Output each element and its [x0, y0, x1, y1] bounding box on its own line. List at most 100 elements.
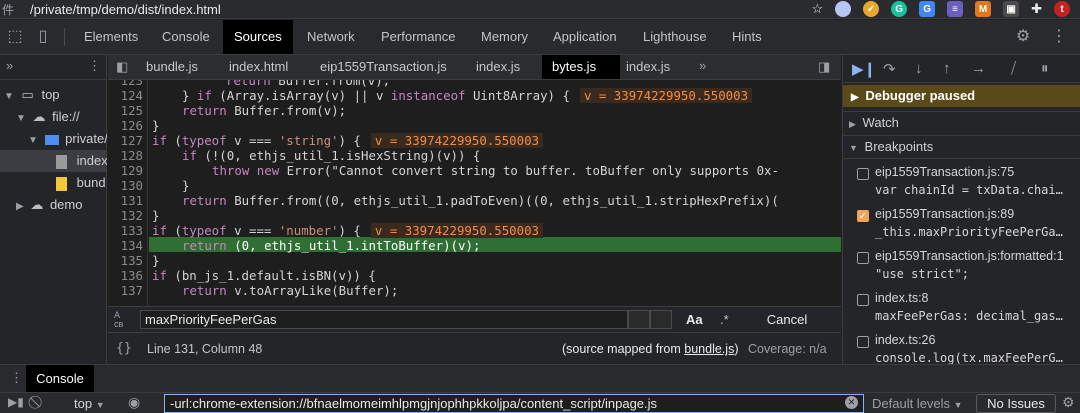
line-number[interactable]: 132 — [121, 208, 143, 223]
cancel-button[interactable]: Cancel — [737, 310, 837, 330]
breakpoint-item[interactable]: ✓ eip1559Transaction.js:89 _this.maxPrio… — [843, 203, 1080, 245]
search-input[interactable]: maxPriorityFeePerGas — [140, 310, 628, 329]
breakpoints-section[interactable]: ▼ Breakpoints — [843, 135, 1080, 157]
file-tab-active[interactable]: bytes.js ✕ — [542, 55, 620, 98]
line-number[interactable]: 124 — [121, 88, 143, 103]
breakpoint-item[interactable]: eip1559Transaction.js:75 var chainId = t… — [843, 161, 1080, 203]
tree-item-bundle[interactable]: bund — [0, 172, 107, 194]
line-number[interactable]: 125 — [121, 103, 143, 118]
step-icon[interactable]: → — [971, 60, 986, 77]
line-number[interactable]: 133 — [121, 223, 143, 238]
replace-toggle-icon[interactable]: Aᴄʙ — [114, 311, 123, 329]
more-menu-icon[interactable]: ⋮ — [88, 58, 101, 74]
line-number[interactable]: 126 — [121, 118, 143, 133]
line-number[interactable]: 127 — [121, 133, 143, 148]
more-menu-icon[interactable]: ⋮ — [10, 370, 23, 386]
file-tab[interactable]: eip1559Transaction.js — [320, 55, 447, 79]
tab-memory[interactable]: Memory — [470, 20, 539, 54]
extension-icon[interactable]: ≡ — [947, 1, 964, 17]
file-tab[interactable]: index.html — [229, 55, 288, 79]
tab-elements[interactable]: Elements — [73, 20, 149, 54]
tree-label: demo — [49, 197, 83, 212]
sidebar-toggle-icon[interactable]: ▶▮ — [8, 395, 24, 409]
clipboard-icon[interactable]: ▣ — [1003, 1, 1020, 17]
check-extension-icon[interactable]: ✓ — [863, 1, 880, 17]
breakpoint-checkbox[interactable] — [857, 336, 869, 348]
step-into-icon[interactable]: ↓ — [915, 60, 923, 77]
pretty-print-icon[interactable]: {} — [116, 341, 132, 356]
tab-network[interactable]: Network — [296, 20, 366, 54]
caret-down-icon: ▼ — [4, 91, 14, 102]
breakpoint-checkbox[interactable] — [857, 252, 869, 264]
avatar[interactable]: t — [1054, 1, 1070, 17]
issues-button[interactable]: No Issues — [976, 394, 1056, 413]
tab-console[interactable]: Console — [151, 20, 221, 54]
inline-variable-value: v = 33974229950.550003 — [370, 133, 544, 148]
console-settings-gear-icon[interactable]: ⚙ — [1062, 394, 1075, 411]
inspect-element-icon[interactable]: ⬚ — [6, 28, 24, 46]
clear-filter-icon[interactable]: ✕ — [845, 396, 858, 409]
breakpoint-item[interactable]: eip1559Transaction.js:formatted:1 "use s… — [843, 245, 1080, 287]
context-selector[interactable]: top ▼ — [74, 396, 105, 411]
breakpoint-checkbox-checked[interactable]: ✓ — [857, 210, 869, 222]
device-toolbar-icon[interactable]: ▯ — [34, 28, 52, 46]
file-tab[interactable]: index.js — [626, 55, 670, 79]
line-number[interactable]: 128 — [121, 148, 143, 163]
line-number[interactable]: 137 — [121, 283, 143, 298]
more-menu-icon[interactable]: ⋮ — [1050, 28, 1068, 46]
pause-on-exceptions-icon[interactable]: ⏸ — [1041, 60, 1049, 77]
tree-item-top[interactable]: ▼ ▭ top — [0, 84, 107, 106]
tab-sources[interactable]: Sources — [223, 20, 293, 54]
code-editor[interactable]: 123 124 125 126 127 128 129 130 131 132 133 134 135 1… — [108, 80, 841, 306]
line-number[interactable]: 130 — [121, 178, 143, 193]
metamask-icon[interactable]: M — [975, 1, 992, 17]
eye-icon[interactable]: ◉ — [128, 394, 140, 411]
step-over-icon[interactable]: ↷ — [883, 60, 896, 78]
info-icon: ▶ — [851, 92, 859, 103]
toggle-debugger-icon[interactable]: ◨ — [818, 59, 830, 75]
url-text[interactable]: /private/tmp/demo/dist/index.html — [30, 2, 221, 17]
search-next-button[interactable] — [650, 310, 672, 329]
tab-performance[interactable]: Performance — [370, 20, 466, 54]
resume-icon[interactable]: ▶❙ — [852, 60, 876, 78]
match-case-button[interactable]: Aa — [686, 312, 703, 327]
tree-item-demo[interactable]: ▶ ☁ demo — [0, 194, 107, 216]
regex-button[interactable]: .* — [720, 312, 729, 327]
breakpoint-checkbox[interactable] — [857, 168, 869, 180]
chevron-double-right-icon[interactable]: » — [699, 58, 706, 73]
file-tab[interactable]: bundle.js — [146, 55, 198, 79]
google-translate-icon[interactable]: G — [919, 1, 936, 17]
log-levels-dropdown[interactable]: Default levels ▼ — [872, 396, 963, 411]
line-number[interactable]: 136 — [121, 268, 143, 283]
tree-item-index[interactable]: index — [0, 150, 107, 172]
tab-lighthouse[interactable]: Lighthouse — [632, 20, 718, 54]
line-number[interactable]: 131 — [121, 193, 143, 208]
star-icon[interactable]: ☆ — [811, 1, 823, 17]
line-number[interactable]: 129 — [121, 163, 143, 178]
line-gutter[interactable]: 123 124 125 126 127 128 129 130 131 132 133 134 135 1… — [108, 80, 148, 306]
line-number[interactable]: 134 — [121, 238, 143, 253]
profile-circle-icon[interactable] — [835, 1, 852, 17]
line-number[interactable]: 123 — [121, 80, 143, 88]
grammarly-icon[interactable]: G — [891, 1, 908, 17]
toggle-navigator-icon[interactable]: ◧ — [116, 59, 128, 75]
breakpoint-checkbox[interactable] — [857, 294, 869, 306]
breakpoint-item[interactable]: index.ts:8 maxFeePerGas: decimal_gas… — [843, 287, 1080, 329]
search-prev-button[interactable] — [628, 310, 650, 329]
settings-gear-icon[interactable]: ⚙ — [1014, 28, 1032, 46]
drawer-tab-console[interactable]: Console — [26, 365, 94, 392]
tree-item-private[interactable]: ▼ private/ — [0, 128, 107, 150]
tree-item-file[interactable]: ▼ ☁ file:// — [0, 106, 107, 128]
file-tab[interactable]: index.js — [476, 55, 520, 79]
step-out-icon[interactable]: ↑ — [943, 60, 951, 77]
tab-application[interactable]: Application — [542, 20, 628, 54]
line-number[interactable]: 135 — [121, 253, 143, 268]
chevron-double-right-icon[interactable]: » — [6, 58, 13, 73]
code-line: } — [152, 118, 160, 133]
puzzle-icon[interactable]: ✚ — [1031, 1, 1042, 17]
console-filter-input[interactable]: -url:chrome-extension://bfnaelmomeimhlpm… — [164, 394, 864, 413]
source-map-link[interactable]: bundle.js — [684, 342, 734, 356]
tab-hints[interactable]: Hints — [721, 20, 773, 54]
deactivate-breakpoints-icon[interactable]: ⧸ — [1011, 60, 1016, 77]
watch-section[interactable]: ▶ Watch — [843, 111, 1080, 133]
